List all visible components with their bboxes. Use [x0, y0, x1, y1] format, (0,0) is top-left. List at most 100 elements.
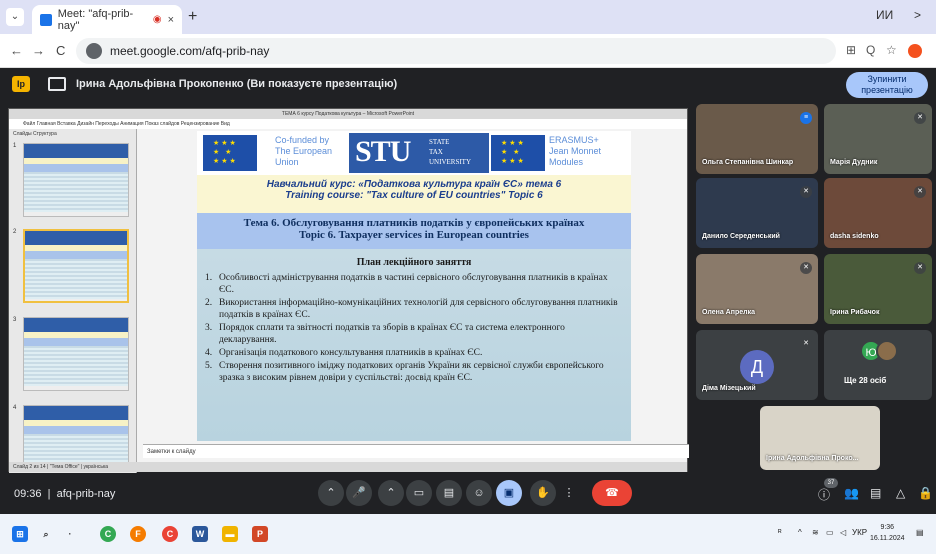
microphone-button[interactable]: 🎤	[346, 480, 372, 506]
ppt-panel-tabs: Слайды Структура	[13, 131, 57, 137]
ppt-ribbon: Файл Главная Вставка Дизайн Переходы Ани…	[9, 119, 687, 129]
more-options-button[interactable]: ⋮	[562, 480, 576, 506]
participant-count-badge: 37	[824, 478, 838, 488]
avatar	[876, 340, 898, 362]
browser-tab-strip: ⌄ Meet: "afq-prib-nay" ◉ × + ИИ >	[0, 0, 936, 34]
plan-item: 1. Особливості адміністрування податків в…	[205, 273, 608, 295]
more-participants-tile[interactable]: Ю Ще 28 осіб	[824, 330, 932, 400]
browser-toolbar: ← → C meet.google.com/afq-prib-nay ⊞ Q ☆	[0, 34, 936, 68]
course-title-ua: Навчальний курс: «Податкова культура кра…	[266, 179, 562, 190]
ppt-status-bar: Слайд 2 из 14 | "Тема Office" | українсь…	[9, 462, 687, 472]
notification-icon[interactable]: ▤	[916, 528, 924, 537]
browser-tab-meet[interactable]: Meet: "afq-prib-nay" ◉ ×	[32, 5, 182, 34]
address-bar[interactable]: meet.google.com/afq-prib-nay	[76, 38, 836, 64]
bookmark-star-icon[interactable]: ☆	[886, 43, 897, 57]
chrome-profile-icon[interactable]: C	[162, 526, 178, 542]
ppt-window-title: ТЕМА 6 курсу Податкова культура – Micros…	[9, 109, 687, 119]
start-icon[interactable]: ⊞	[12, 526, 28, 542]
window-minimize-button[interactable]: ИИ	[876, 8, 893, 22]
participant-tile[interactable]: ✕ Данило Середенський	[696, 178, 818, 248]
present-button[interactable]: ▣	[496, 480, 522, 506]
volume-icon[interactable]: ◁	[840, 528, 846, 537]
mic-off-icon: ✕	[800, 186, 812, 198]
emoji-button[interactable]: ☺	[466, 480, 492, 506]
meeting-time-code: 09:36 | afq-prib-nay	[14, 488, 116, 500]
mic-off-icon: ✕	[914, 262, 926, 274]
participant-tile[interactable]: ✕ dasha sidenko	[824, 178, 932, 248]
camera-button[interactable]: ▭	[406, 480, 432, 506]
more-participants-count: Ще 28 осіб	[844, 376, 887, 385]
battery-icon[interactable]: ▭	[826, 528, 834, 537]
firefox-icon[interactable]: F	[130, 526, 146, 542]
translate-icon[interactable]: ⊞	[846, 43, 856, 57]
people-icon[interactable]: 👥	[844, 486, 859, 500]
slide-thumbnail-1	[23, 143, 129, 217]
forward-button[interactable]: →	[32, 43, 45, 58]
leave-call-button[interactable]: ☎	[592, 480, 632, 506]
audio-options-button[interactable]: ⌃	[318, 480, 344, 506]
cofunded-text: Co-funded by The European Union	[275, 135, 333, 167]
tab-title: Meet: "afq-prib-nay"	[57, 7, 134, 32]
ppt-slide-panel: Слайды Структура 1 2 3 4	[9, 129, 137, 473]
stop-presenting-button[interactable]: Зупинити презентацію	[846, 72, 928, 98]
site-info-icon[interactable]	[86, 43, 102, 59]
tab-close-icon[interactable]: ×	[168, 14, 174, 26]
participant-tile[interactable]: ✕ Д Діма Мізецький	[696, 330, 818, 400]
participant-tile[interactable]: ≡ Ольга Степанівна Шинкар	[696, 104, 818, 174]
taskbar-clock[interactable]: 9:36 16.11.2024	[870, 522, 905, 544]
plan-item: 2. Використання інформаційно-комунікаційн…	[205, 298, 618, 320]
self-view-tile[interactable]: Ірина Адольфівна Проко...	[760, 406, 880, 470]
search-icon[interactable]: ⌕	[38, 526, 54, 542]
slide-thumbnail-2	[23, 229, 129, 303]
captions-button[interactable]: ▤	[436, 480, 462, 506]
people-tray-icon[interactable]: ᴿ	[778, 528, 782, 537]
chat-icon[interactable]: ▤	[870, 486, 881, 500]
meet-favicon-icon	[40, 13, 52, 26]
mic-off-icon: ✕	[800, 262, 812, 274]
erasmus-text: ERASMUS+ Jean Monnet Modules	[549, 135, 602, 167]
reload-button[interactable]: C	[56, 43, 65, 58]
separator-dot: ·	[68, 529, 72, 539]
mic-off-icon: ✕	[800, 338, 812, 350]
participant-tile[interactable]: ✕ Ірина Рибачок	[824, 254, 932, 324]
language-indicator[interactable]: УКР	[852, 528, 867, 537]
tab-search-button[interactable]: ⌄	[6, 8, 24, 26]
zoom-icon[interactable]: Q	[866, 43, 875, 57]
chrome-icon[interactable]: C	[100, 526, 116, 542]
window-more-button[interactable]: >	[914, 8, 921, 22]
tray-expand-icon[interactable]: ^	[798, 528, 802, 537]
presenting-status: Ірина Адольфівна Прокопенко (Ви показуєт…	[76, 78, 398, 90]
shared-screen: ТЕМА 6 курсу Податкова культура – Micros…	[8, 108, 689, 473]
speaking-indicator-icon: ≡	[800, 112, 812, 124]
ppt-notes-pane[interactable]: Заметки к слайду	[143, 444, 689, 458]
eu-flag-icon	[203, 135, 257, 171]
word-icon[interactable]: W	[192, 526, 208, 542]
stu-logo: STU STATE TAX UNIVERSITY	[349, 133, 489, 173]
video-options-button[interactable]: ⌃	[378, 480, 404, 506]
activities-icon[interactable]: △	[896, 486, 905, 500]
raise-hand-button[interactable]: ✋	[530, 480, 556, 506]
new-tab-button[interactable]: +	[188, 8, 197, 26]
slide-thumbnail-4	[23, 405, 129, 465]
eu-flag-icon	[491, 135, 545, 171]
powerpoint-icon[interactable]: P	[252, 526, 268, 542]
mic-off-icon: ✕	[914, 186, 926, 198]
mic-off-icon: ✕	[914, 112, 926, 124]
file-explorer-icon[interactable]: ▬	[222, 526, 238, 542]
back-button[interactable]: ←	[10, 43, 23, 58]
course-title-band: Навчальний курс: «Податкова культура кра…	[197, 175, 631, 213]
present-screen-icon	[48, 77, 66, 91]
info-icon[interactable]: ⓘ	[818, 486, 830, 503]
profile-avatar[interactable]	[908, 44, 922, 58]
recording-icon: ◉	[152, 14, 162, 25]
topic-band: Тема 6. Обслуговування платників податкі…	[197, 213, 631, 249]
meet-control-bar: 09:36 | afq-prib-nay ⌃ 🎤 ⌃ ▭ ▤ ☺ ▣ ✋ ⋮ ☎…	[0, 474, 936, 514]
presenting-banner: Ір Ірина Адольфівна Прокопенко (Ви показ…	[0, 68, 936, 102]
participant-tile[interactable]: ✕ Олена Апрелка	[696, 254, 818, 324]
host-controls-icon[interactable]: 🔒	[918, 486, 933, 500]
topic-title-ua: Тема 6. Обслуговування платників податкі…	[243, 217, 585, 229]
course-title-en: Training course: "Tax culture of EU coun…	[285, 190, 543, 201]
wifi-icon[interactable]: ≋	[812, 528, 819, 537]
plan-item: 3. Порядок сплати та звітності податків т…	[205, 323, 565, 345]
participant-tile[interactable]: ✕ Марія Дудник	[824, 104, 932, 174]
